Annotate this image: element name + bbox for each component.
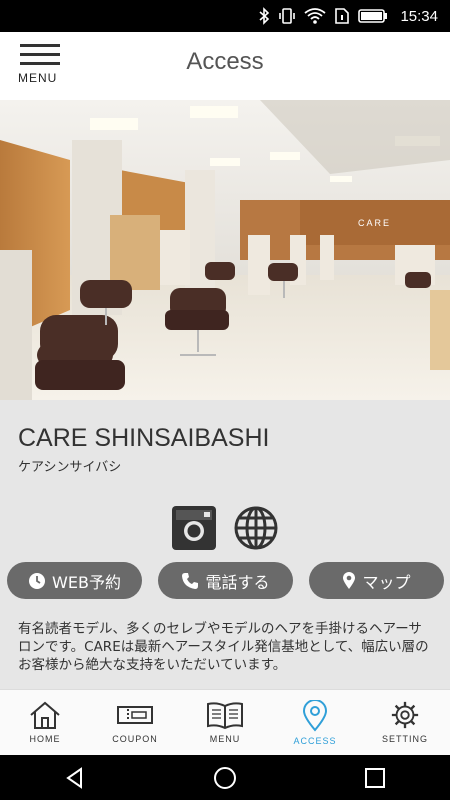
- map-button[interactable]: マップ: [309, 562, 444, 599]
- tab-access-label: ACCESS: [293, 736, 337, 746]
- instagram-icon: [172, 506, 216, 550]
- home-circle-icon: [214, 766, 236, 789]
- bluetooth-icon: [259, 7, 270, 25]
- tab-menu-label: MENU: [209, 734, 241, 744]
- book-icon: [207, 702, 243, 730]
- web-reserve-label: WEB予約: [52, 572, 121, 592]
- phone-label: 電話する: [205, 572, 270, 592]
- tab-access[interactable]: ACCESS: [270, 690, 360, 756]
- pin-icon: [302, 700, 328, 732]
- tab-coupon-label: COUPON: [112, 734, 158, 744]
- back-triangle-icon: [66, 766, 82, 789]
- salon-photo: CARE: [0, 100, 450, 400]
- system-nav-bar: [0, 755, 450, 800]
- home-icon: [30, 701, 60, 729]
- wifi-icon: [304, 8, 327, 24]
- sign-text: CARE: [358, 218, 391, 228]
- phone-icon: [182, 572, 199, 589]
- social-links: [0, 506, 450, 550]
- recents-square-icon: [365, 767, 385, 788]
- instagram-button[interactable]: [172, 506, 216, 550]
- action-buttons: WEB予約 電話する マップ: [7, 562, 444, 599]
- coupon-icon: [117, 706, 153, 724]
- website-button[interactable]: [234, 506, 278, 550]
- tab-setting[interactable]: SETTING: [360, 690, 450, 756]
- tab-coupon[interactable]: COUPON: [90, 690, 180, 756]
- back-button[interactable]: [55, 758, 95, 798]
- salon-kana: ケアシンサイバシ: [18, 460, 122, 475]
- tab-home[interactable]: HOME: [0, 690, 90, 756]
- tab-menu[interactable]: MENU: [180, 690, 270, 756]
- tab-setting-label: SETTING: [381, 734, 428, 744]
- vibrate-icon: [279, 8, 296, 24]
- map-label: マップ: [362, 572, 411, 592]
- map-pin-icon: [343, 571, 356, 589]
- tab-home-label: HOME: [29, 734, 61, 744]
- status-time: 15:34: [400, 7, 438, 25]
- home-nav-button[interactable]: [205, 758, 245, 798]
- gear-icon: [391, 701, 419, 729]
- salon-description: 有名読者モデル、多くのセレブやモデルのヘアを手掛けるヘアーサロンです。CAREは…: [18, 621, 429, 673]
- web-reserve-button[interactable]: WEB予約: [7, 562, 142, 599]
- app-bar: MENU Access: [0, 32, 450, 101]
- salon-name: CARE SHINSAIBASHI: [18, 424, 270, 452]
- recents-button[interactable]: [355, 758, 395, 798]
- bottom-tab-bar: HOME COUPON MENU ACCESS SETTING: [0, 689, 450, 756]
- battery-icon: [358, 9, 388, 23]
- clock-icon: [29, 572, 46, 589]
- sim-icon: [335, 8, 350, 24]
- phone-button[interactable]: 電話する: [158, 562, 293, 599]
- status-bar: 15:34: [0, 0, 450, 32]
- globe-icon: [234, 506, 278, 550]
- page-title: Access: [186, 48, 264, 75]
- salon-info: CARE SHINSAIBASHI ケアシンサイバシ WEB予約 電話する マッ…: [0, 400, 450, 690]
